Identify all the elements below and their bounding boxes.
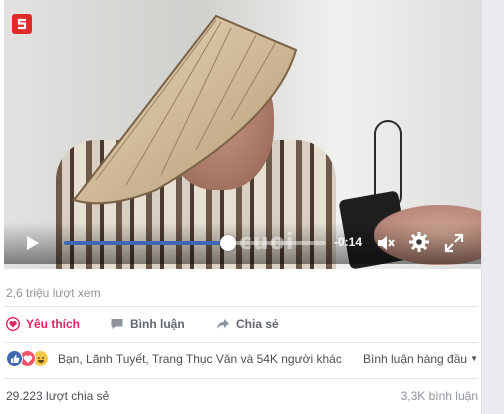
heart-icon [6, 317, 20, 331]
video-progress-fill [64, 241, 228, 245]
divider [4, 342, 478, 343]
video-post-card: cuoi -0:14 2,6 triệu lượt xem Yêu thích … [0, 0, 482, 414]
comment-count[interactable]: 3,3K bình luận [401, 389, 478, 403]
like-reaction-icon [6, 350, 23, 367]
comment-icon [111, 319, 123, 329]
reaction-names[interactable]: Bạn, Lãnh Tuyết, Trang Thục Văn và 54K n… [58, 352, 342, 366]
comment-button-label: Bình luận [130, 317, 185, 331]
share-button-label: Chia sẻ [236, 317, 279, 331]
fullscreen-icon[interactable] [444, 233, 464, 253]
video-time-remaining: -0:14 [334, 235, 363, 249]
mute-icon[interactable] [376, 233, 396, 253]
top-comments-sort-label: Bình luận hàng đầu [362, 352, 468, 366]
like-button-label: Yêu thích [26, 317, 81, 331]
video-progress-knob[interactable] [219, 235, 236, 251]
share-arrow-icon [217, 319, 229, 329]
top-comments-sort-dropdown[interactable]: Bình luận hàng đầu ▼ [363, 352, 478, 366]
play-icon[interactable] [22, 233, 42, 253]
divider [4, 378, 478, 379]
post-footer-stats: 29.223 lượt chia sẻ 3,3K bình luận [4, 389, 478, 405]
channel-logo-icon [12, 14, 32, 34]
gear-icon[interactable] [408, 231, 430, 253]
share-button[interactable]: Chia sẻ [216, 317, 279, 331]
video-player[interactable]: cuoi -0:14 [4, 0, 481, 269]
share-count[interactable]: 29.223 lượt chia sẻ [6, 389, 109, 403]
reaction-icons[interactable] [6, 350, 52, 368]
caret-down-icon: ▼ [470, 354, 478, 363]
like-button[interactable]: Yêu thích [6, 317, 80, 331]
post-action-bar: Yêu thích Bình luận Chia sẻ [4, 314, 478, 336]
divider [4, 306, 478, 307]
comment-button[interactable]: Bình luận [110, 317, 185, 331]
video-watermark: cuoi [239, 230, 295, 255]
reactions-summary: Bạn, Lãnh Tuyết, Trang Thục Văn và 54K n… [4, 350, 478, 368]
video-frame-conical-hat [72, 14, 298, 205]
view-count: 2,6 triệu lượt xem [6, 286, 101, 300]
